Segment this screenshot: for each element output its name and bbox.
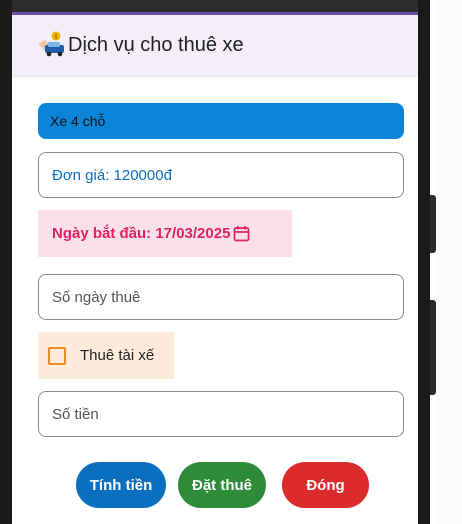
close-button[interactable]: Đóng xyxy=(282,462,369,508)
app-bar: $ Dịch vụ cho thuê xe xyxy=(12,15,418,75)
car-rental-icon: $ xyxy=(36,30,66,60)
rental-days-input[interactable]: Số ngày thuê xyxy=(38,274,404,320)
phone-frame-left xyxy=(0,0,12,524)
car-type-select[interactable]: Xe 4 chỗ xyxy=(38,103,404,139)
calendar-icon[interactable] xyxy=(233,225,250,242)
hire-driver-checkbox[interactable] xyxy=(48,346,66,365)
calculate-button[interactable]: Tính tiền xyxy=(76,462,166,508)
amount-field[interactable]: Số tiền xyxy=(38,391,404,437)
rental-days-placeholder: Số ngày thuê xyxy=(52,288,141,306)
start-date-picker[interactable]: Ngày bắt đầu: 17/03/2025 xyxy=(38,210,292,257)
hire-driver-option[interactable]: Thuê tài xế xyxy=(38,332,174,379)
price-value: Đơn giá: 120000đ xyxy=(52,166,172,184)
app-title: Dịch vụ cho thuê xe xyxy=(68,33,244,56)
phone-frame-right xyxy=(418,0,430,524)
background-strip xyxy=(436,0,462,524)
app-screen: $ Dịch vụ cho thuê xe Xe 4 chỗ Đơn giá: … xyxy=(12,15,418,524)
book-button[interactable]: Đặt thuê xyxy=(178,462,266,508)
start-date-label: Ngày bắt đầu: 17/03/2025 xyxy=(52,225,231,242)
amount-placeholder: Số tiền xyxy=(52,405,99,423)
svg-text:$: $ xyxy=(54,34,58,41)
hire-driver-label: Thuê tài xế xyxy=(80,347,155,364)
price-field[interactable]: Đơn giá: 120000đ xyxy=(38,152,404,198)
